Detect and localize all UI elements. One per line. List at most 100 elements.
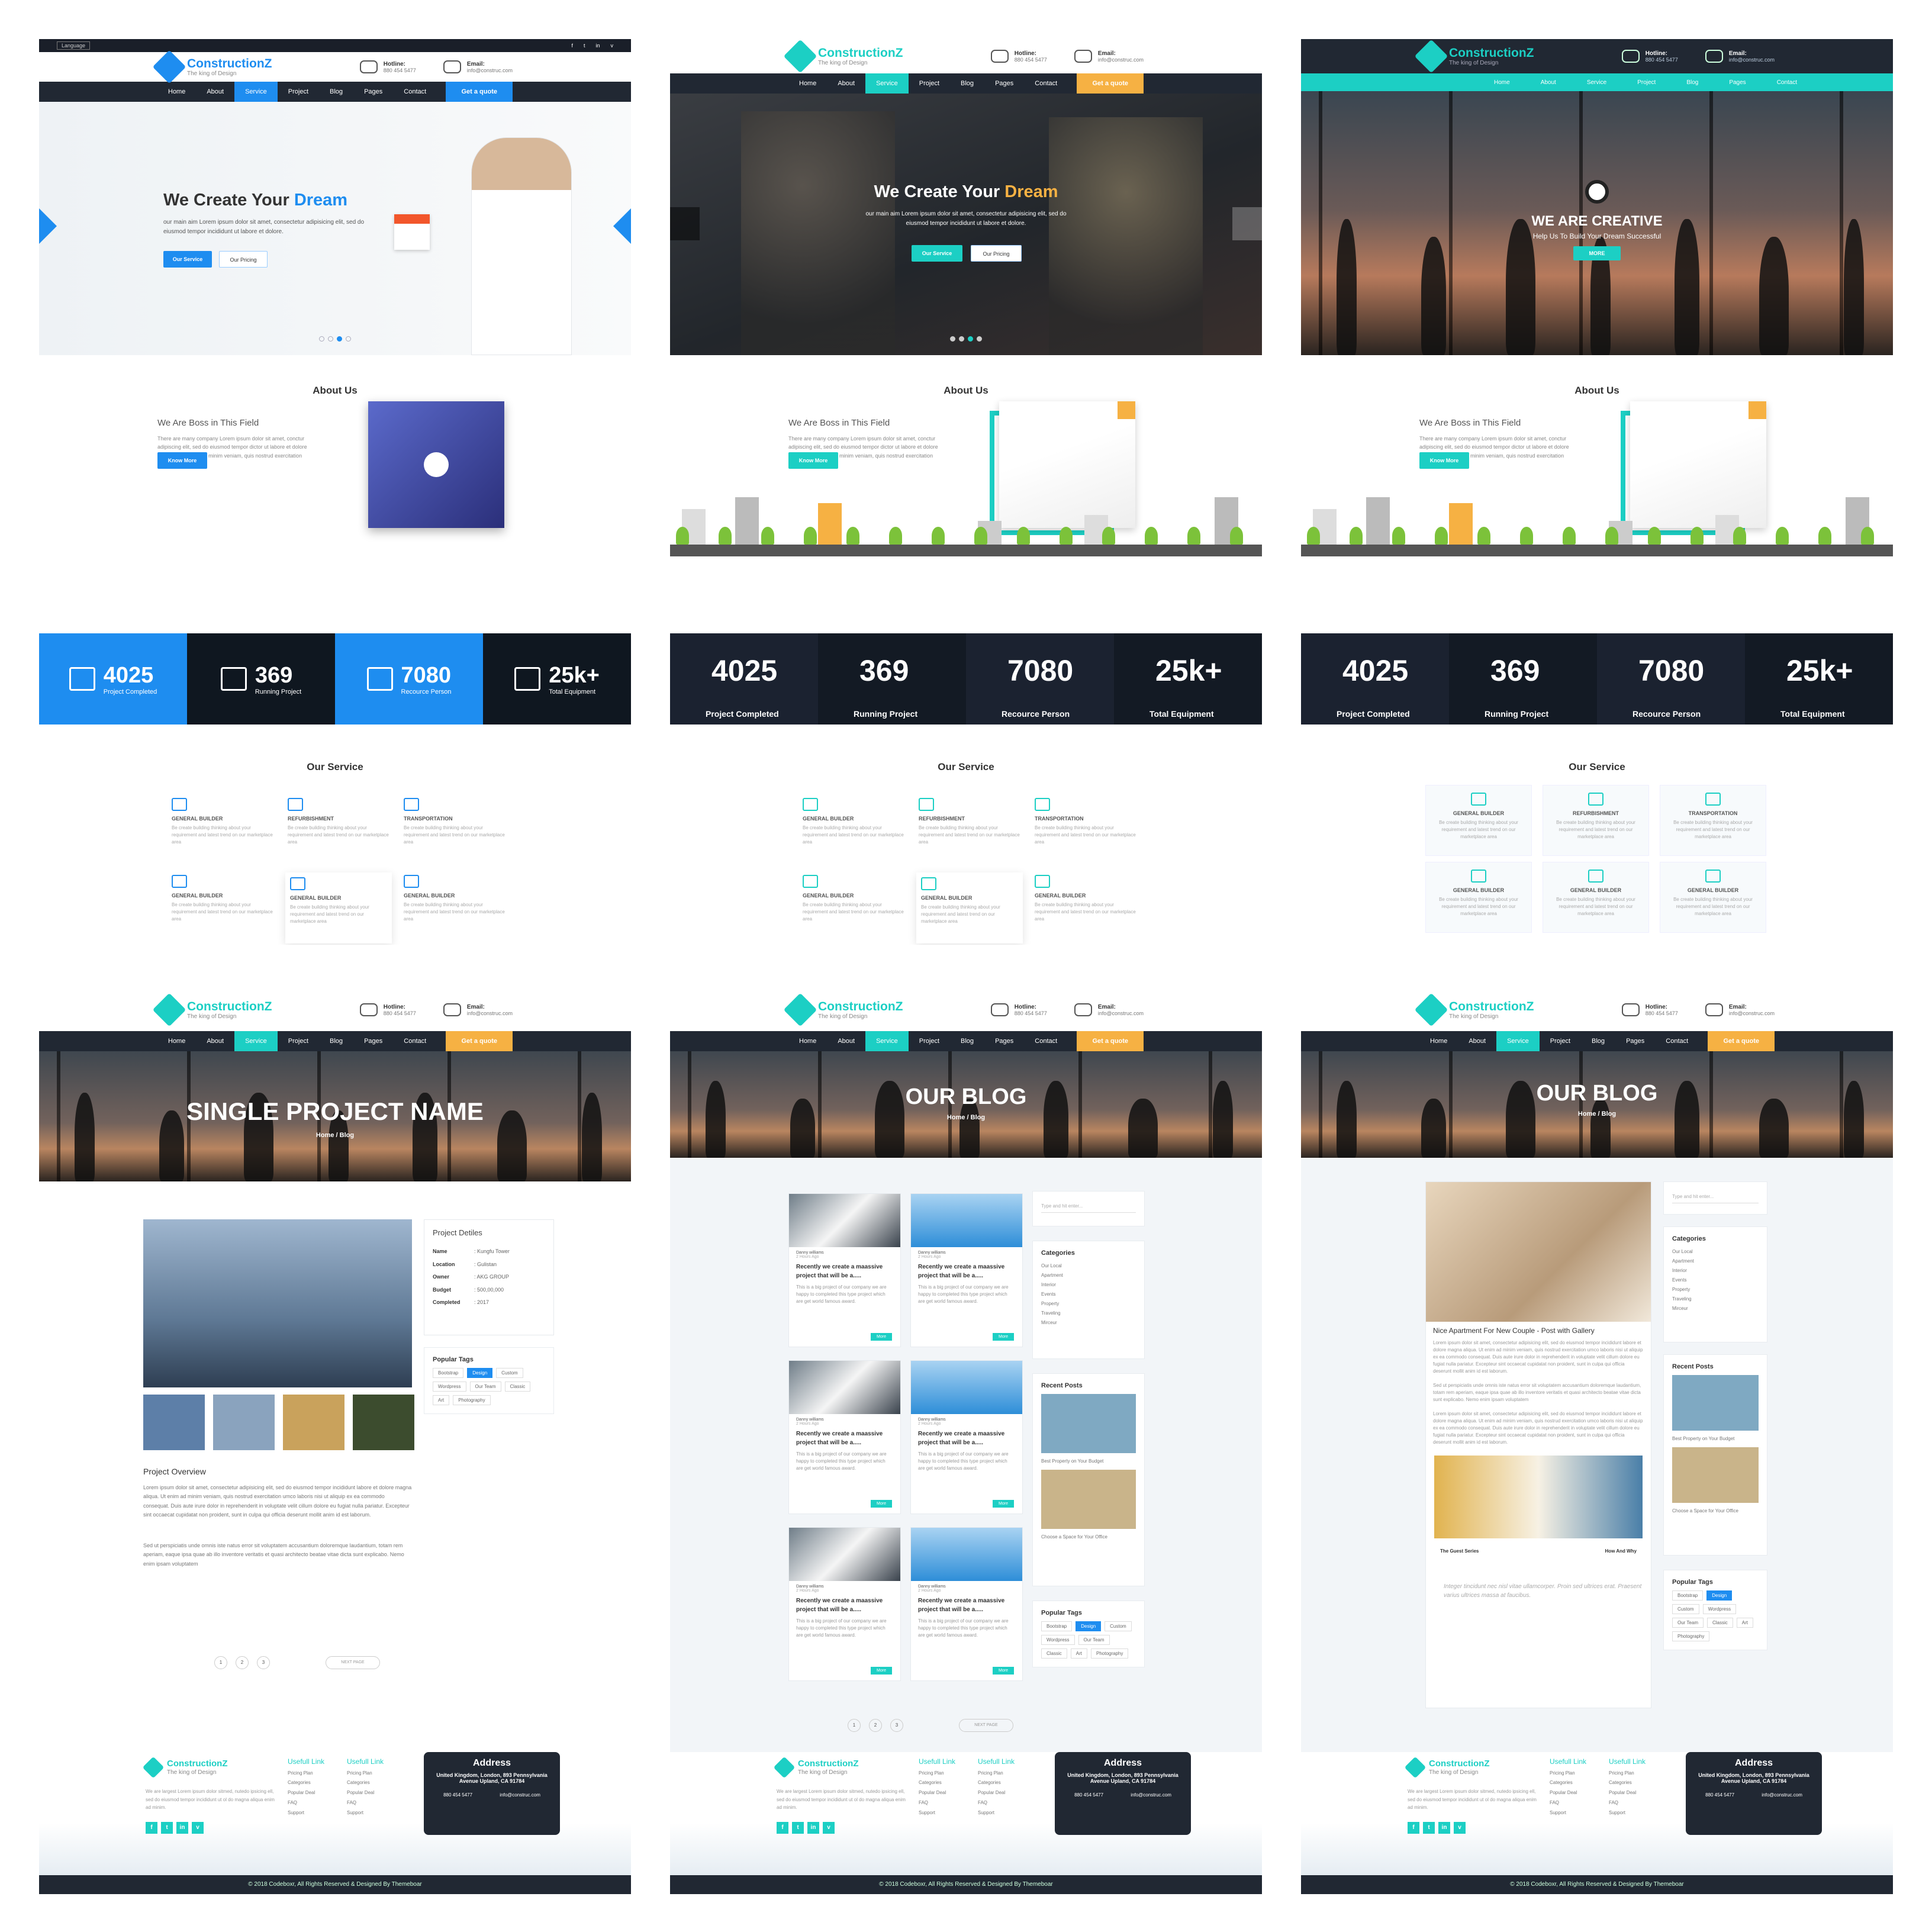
recent-post-title[interactable]: Choose a Space for Your Office bbox=[1672, 1506, 1759, 1516]
service-card[interactable]: GENERAL BUILDER Be create building thinki… bbox=[800, 796, 907, 867]
service-card[interactable]: GENERAL BUILDER Be create building thinki… bbox=[1032, 872, 1139, 944]
category-link[interactable]: Apartment bbox=[1672, 1257, 1759, 1266]
footer-link[interactable]: FAQ bbox=[288, 1798, 324, 1808]
nav-item[interactable]: Service bbox=[865, 73, 909, 94]
nav-item[interactable]: About bbox=[196, 82, 234, 102]
footer-link[interactable]: Popular Deal bbox=[978, 1788, 1015, 1798]
tag[interactable]: Photography bbox=[453, 1395, 491, 1405]
breadcrumb[interactable]: Home / Blog bbox=[1301, 1110, 1893, 1118]
slider-dot[interactable] bbox=[337, 336, 342, 342]
nav-item[interactable]: Pages bbox=[984, 73, 1024, 94]
social-icon[interactable]: f bbox=[777, 1822, 788, 1834]
recent-post-title[interactable]: Choose a Space for Your Office bbox=[1041, 1532, 1136, 1542]
footer-link[interactable]: FAQ bbox=[919, 1798, 955, 1808]
service-card[interactable]: REFURBISHMENT Be create building thinking… bbox=[285, 796, 392, 867]
logo[interactable]: ConstructionZ The king of Design bbox=[1414, 993, 1534, 1027]
slider-dot[interactable] bbox=[319, 336, 324, 342]
slider-dot[interactable] bbox=[977, 336, 982, 342]
service-card[interactable]: GENERAL BUILDER Be create building thinki… bbox=[800, 872, 907, 944]
nav-item[interactable]: Pages bbox=[353, 82, 393, 102]
social-icon[interactable]: t bbox=[584, 43, 585, 49]
nav-item[interactable]: Home bbox=[157, 82, 196, 102]
project-thumb[interactable] bbox=[143, 1395, 205, 1450]
service-card[interactable]: GENERAL BUILDER Be create building thinki… bbox=[1543, 862, 1649, 933]
language-select[interactable]: Language bbox=[57, 41, 91, 50]
blog-card-title[interactable]: Recently we create a maassive project th… bbox=[789, 1259, 900, 1280]
get-quote-button[interactable]: Get a quote bbox=[1077, 73, 1144, 94]
tag[interactable]: Design bbox=[467, 1368, 493, 1378]
category-link[interactable]: Our Local bbox=[1672, 1247, 1759, 1257]
nav-item[interactable]: Blog bbox=[1671, 79, 1714, 86]
slider-dot[interactable] bbox=[328, 336, 333, 342]
social-icon[interactable]: in bbox=[807, 1822, 819, 1834]
project-thumb[interactable] bbox=[213, 1395, 275, 1450]
social-icon[interactable]: in bbox=[1438, 1822, 1450, 1834]
nav-item[interactable]: Home bbox=[1419, 1031, 1458, 1051]
next-page-button[interactable]: NEXT PAGE bbox=[326, 1656, 380, 1669]
tag[interactable]: Bootstrap bbox=[1672, 1590, 1704, 1601]
tag[interactable]: Classic bbox=[1706, 1618, 1733, 1628]
footer-link[interactable]: Categories bbox=[978, 1778, 1015, 1788]
nav-item[interactable]: Blog bbox=[319, 82, 353, 102]
tag[interactable]: Wordpress bbox=[1041, 1635, 1075, 1645]
tag[interactable]: Art bbox=[1736, 1618, 1753, 1628]
social-icon[interactable]: f bbox=[146, 1822, 157, 1834]
social-icon[interactable]: f bbox=[571, 43, 573, 49]
tag[interactable]: Wordpress bbox=[1702, 1604, 1737, 1614]
social-icon[interactable]: v bbox=[192, 1822, 204, 1834]
more-button[interactable]: MORE bbox=[1573, 246, 1621, 260]
category-link[interactable]: Interior bbox=[1041, 1280, 1136, 1290]
prev-arrow[interactable] bbox=[670, 207, 700, 240]
nav-item[interactable]: Blog bbox=[950, 73, 984, 94]
nav-item[interactable]: Project bbox=[909, 73, 950, 94]
category-link[interactable]: Apartment bbox=[1041, 1271, 1136, 1280]
tag[interactable]: Wordpress bbox=[433, 1382, 466, 1392]
service-card[interactable]: REFURBISHMENT Be create building thinking… bbox=[916, 796, 1023, 867]
blog-card-title[interactable]: Recently we create a maassive project th… bbox=[911, 1426, 1022, 1447]
our-pricing-button[interactable]: Our Pricing bbox=[971, 245, 1022, 262]
slider-dot[interactable] bbox=[959, 336, 964, 342]
nav-item[interactable]: Pages bbox=[1615, 1031, 1655, 1051]
blog-card-title[interactable]: Recently we create a maassive project th… bbox=[789, 1426, 900, 1447]
footer-link[interactable]: FAQ bbox=[347, 1798, 384, 1808]
social-icon[interactable]: f bbox=[1408, 1822, 1419, 1834]
category-link[interactable]: Property bbox=[1672, 1285, 1759, 1295]
footer-link[interactable]: Popular Deal bbox=[1609, 1788, 1646, 1798]
more-button[interactable]: More bbox=[871, 1667, 892, 1675]
recent-post-image[interactable] bbox=[1672, 1375, 1759, 1431]
play-video-icon[interactable] bbox=[1585, 180, 1609, 204]
footer-link[interactable]: Pricing Plan bbox=[288, 1769, 324, 1779]
tag[interactable]: Art bbox=[1070, 1648, 1088, 1659]
tag[interactable]: Custom bbox=[496, 1368, 523, 1378]
footer-link[interactable]: Popular Deal bbox=[288, 1788, 324, 1798]
recent-post-title[interactable]: Best Property on Your Budget bbox=[1672, 1434, 1759, 1444]
nav-item[interactable]: Service bbox=[234, 82, 278, 102]
search-input[interactable]: Type and hit enter... bbox=[1041, 1200, 1136, 1213]
logo[interactable]: ConstructionZ The king of Design bbox=[783, 993, 903, 1027]
category-link[interactable]: Traveling bbox=[1672, 1295, 1759, 1304]
page-number[interactable]: 1 bbox=[214, 1656, 227, 1669]
category-link[interactable]: Property bbox=[1041, 1299, 1136, 1309]
more-button[interactable]: More bbox=[871, 1333, 892, 1341]
our-pricing-button[interactable]: Our Pricing bbox=[219, 251, 268, 268]
page-number[interactable]: 3 bbox=[257, 1656, 270, 1669]
footer-link[interactable]: Categories bbox=[347, 1778, 384, 1788]
tag[interactable]: Our Team bbox=[1672, 1618, 1704, 1628]
service-card[interactable]: GENERAL BUILDER Be create building thinki… bbox=[169, 872, 276, 944]
service-card[interactable]: TRANSPORTATION Be create building thinkin… bbox=[1660, 785, 1766, 856]
tag[interactable]: Photography bbox=[1672, 1631, 1710, 1641]
social-icon[interactable]: v bbox=[823, 1822, 835, 1834]
breadcrumb[interactable]: Home / Blog bbox=[670, 1114, 1262, 1121]
footer-link[interactable]: Categories bbox=[919, 1778, 955, 1788]
footer-link[interactable]: Pricing Plan bbox=[1609, 1769, 1646, 1779]
next-page-button[interactable]: NEXT PAGE bbox=[959, 1719, 1013, 1732]
social-icon[interactable]: t bbox=[161, 1822, 173, 1834]
nav-item[interactable]: Contact bbox=[393, 82, 437, 102]
recent-post-image[interactable] bbox=[1041, 1470, 1136, 1529]
nav-item[interactable]: About bbox=[196, 1031, 234, 1051]
blog-card-title[interactable]: Recently we create a maassive project th… bbox=[911, 1593, 1022, 1614]
category-link[interactable]: Mirceur bbox=[1041, 1318, 1136, 1328]
nav-item[interactable]: Contact bbox=[1762, 79, 1812, 86]
get-quote-button[interactable]: Get a quote bbox=[1077, 1031, 1144, 1051]
nav-item[interactable]: Service bbox=[865, 1031, 909, 1051]
